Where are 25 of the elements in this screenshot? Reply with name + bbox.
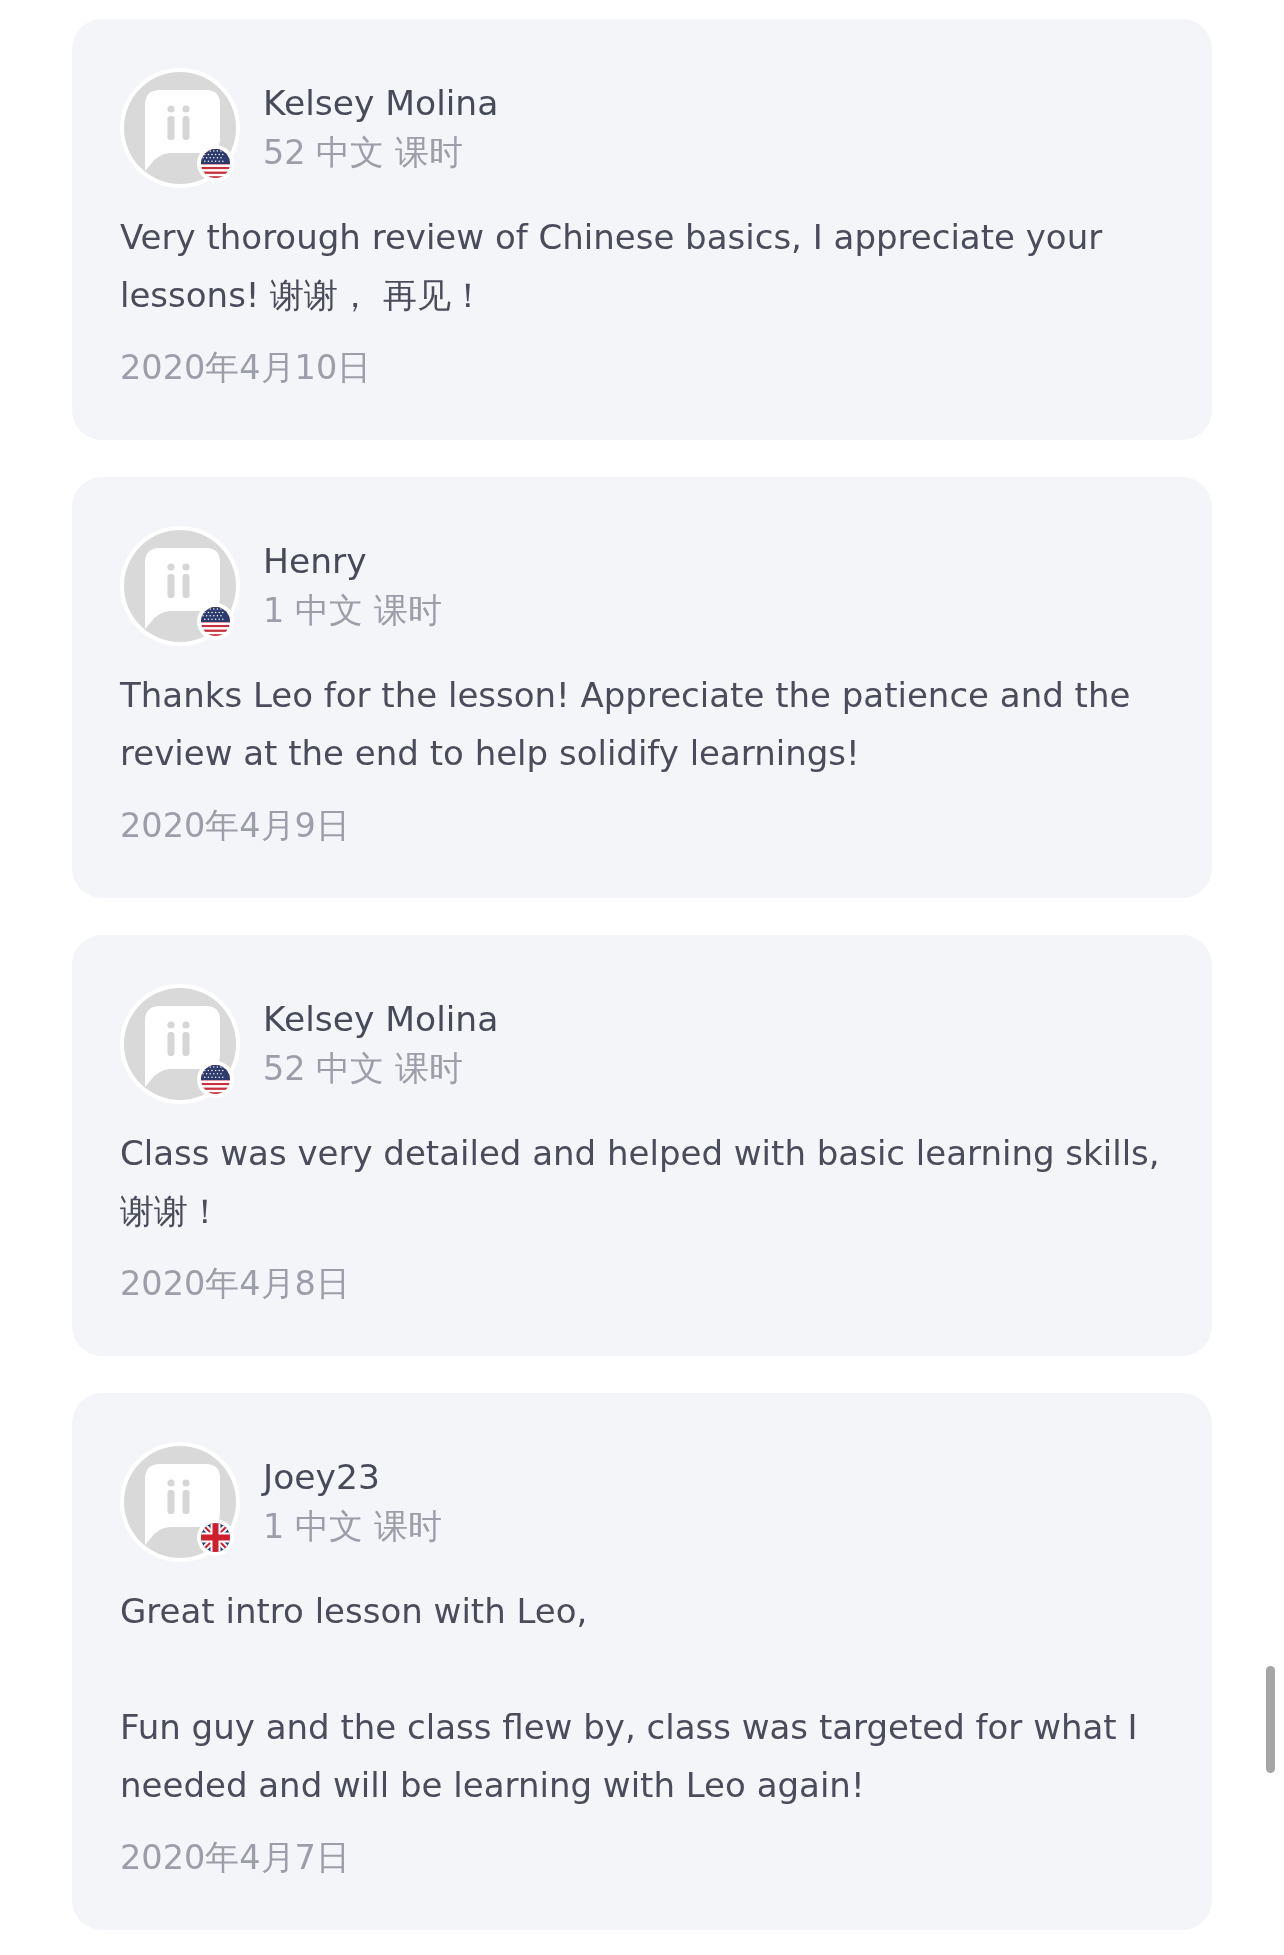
lesson-count: 1 中文 课时: [263, 1506, 442, 1548]
reviewer-name: Kelsey Molina: [263, 998, 499, 1041]
reviewer-name: Henry: [263, 540, 367, 583]
review-date: 2020年4月8日: [120, 1263, 350, 1305]
review-text: Very thorough review of Chinese basics, I appreciate your lessons! 谢谢， 再见！: [120, 216, 1104, 317]
review-text: Thanks Leo for the lesson! Appreciate the patience and the review at the end to help solidify learnings!: [120, 674, 1132, 775]
review-text: Great intro lesson with Leo, Fun guy and the class flew by, class was targeted for what I needed and will be learning with Leo again!: [120, 1590, 1139, 1807]
default-avatar-icon: [120, 526, 240, 646]
review-date: 2020年4月10日: [120, 347, 372, 389]
review-date: 2020年4月9日: [120, 805, 350, 847]
reviewer-name: Joey23: [263, 1456, 380, 1499]
default-avatar-icon: [120, 984, 240, 1104]
scrollbar-thumb[interactable]: [1266, 1666, 1275, 1773]
flag-icon: [197, 1519, 234, 1556]
default-avatar-icon: [120, 1442, 240, 1562]
default-avatar-icon: [120, 68, 240, 188]
flag-icon: [197, 145, 234, 182]
reviewer-name: Kelsey Molina: [263, 82, 499, 125]
lesson-count: 52 中文 课时: [263, 132, 463, 174]
flag-icon: [197, 603, 234, 640]
review-text: Class was very detailed and helped with basic learning skills, 谢谢！: [120, 1132, 1161, 1233]
lesson-count: 52 中文 课时: [263, 1048, 463, 1090]
review-date: 2020年4月7日: [120, 1837, 350, 1879]
flag-icon: [197, 1061, 234, 1098]
lesson-count: 1 中文 课时: [263, 590, 442, 632]
